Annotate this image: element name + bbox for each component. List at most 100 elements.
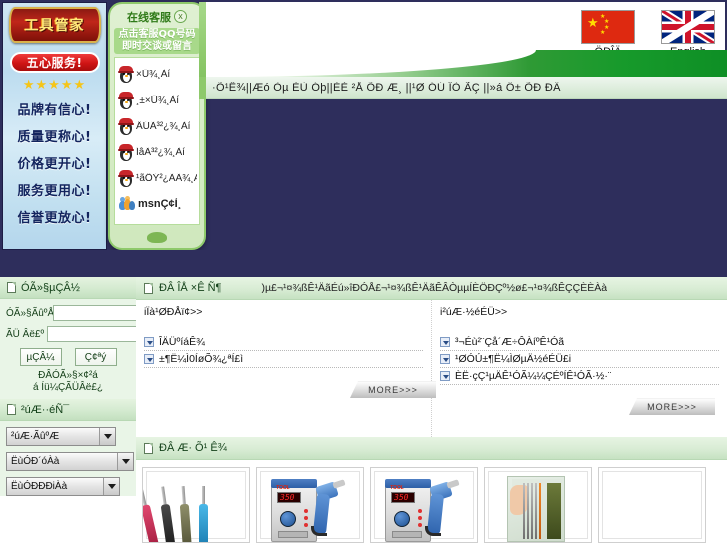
header-curve-mask <box>206 50 536 77</box>
slogan-4: 服务更用心! <box>17 184 92 199</box>
list-item[interactable]: ÈË·çÇ¹µÄÊ¹ÓÃ¼¼ÇÉºÍÊ¹ÓÃ·½·¨ <box>440 368 719 385</box>
subcategory-select[interactable]: ËùÓÐÐÐiÀà <box>6 477 120 496</box>
arrow-bullet-icon <box>440 371 450 381</box>
service-badge-text: 五心服务! <box>26 56 83 70</box>
password-row: ÃÜ Âë£º <box>6 326 186 342</box>
product-card-5[interactable] <box>598 467 706 543</box>
news-item-label: ±¶Ë¼Ì0ÍøÕ¾¿ªÍ£ì <box>159 353 244 365</box>
list-item[interactable]: ÎÄÜºíáÊ¾ <box>144 334 423 351</box>
slogan-1: 品牌有信心! <box>17 103 92 118</box>
product-card-4[interactable] <box>484 467 592 543</box>
document-icon <box>7 282 16 293</box>
header-green-band <box>206 50 727 77</box>
site-logo-text: 工具管家 <box>24 18 85 34</box>
nav-marquee-text: ·Õ¹Ê¾||Æó Òµ ÈÙ Óþ||ÈÈ ²Å ÕÐ Æ¸ ||¹Ø ÓÚ … <box>212 81 561 94</box>
list-item[interactable]: ¹ØÓÚ±¶Ë¼ÌØµÄ½éÉÜ£i <box>440 351 719 368</box>
list-item[interactable]: ³¬Éù²¨Çå´Æ÷ÔÀíºÊ¹Óã <box>440 334 719 351</box>
news-item-label: ÈË·çÇ¹µÄÊ¹ÓÃ¼¼ÇÉºÍÊ¹ÓÃ·½·¨ <box>455 370 612 382</box>
contact-label: ¸±×Ū¾¸Àí <box>136 94 179 106</box>
category-select[interactable]: ²úÆ·ÃûºÆ <box>6 427 116 446</box>
arrow-bullet-icon <box>144 337 154 347</box>
more-button[interactable]: MORE>>> <box>629 398 715 415</box>
news-column-right: i²úÆ·½éÉÜ>> ³¬Éù²¨Çå´Æ÷ÔÀíºÊ¹Óã ¹ØÓÚ±¶Ë¼… <box>432 300 727 437</box>
chevron-down-icon[interactable] <box>103 478 119 495</box>
subcategory-select-value: ËùÓÐÐÐiÀà <box>11 481 68 492</box>
forgot-password-link[interactable]: á Íü¼ÇÃÜÂë£¿ <box>6 382 130 394</box>
page-root: 工具管家 五心服务! ★★★★★ 品牌有信心! 质量更称心! 价格更开心! 服务… <box>0 0 727 545</box>
uk-flag-icon[interactable] <box>661 10 715 44</box>
product-image-placeholder <box>599 474 705 542</box>
main-navbar[interactable]: ·Õ¹Ê¾||Æó Òµ ÈÙ Óþ||ÈÈ ²Å ÕÐ Æ¸ ||¹Ø ÓÚ … <box>206 77 727 99</box>
product-search-title: ²úÆ··éÑ¯ <box>21 403 70 416</box>
products-section-title: ÐÂ Æ· Õ¹ Ê¾ <box>159 442 227 454</box>
contact-list: ×Ū¾¸Àí ¸±×Ū¾¸Àí ÄÚÃ³²¿¾¸Àí ÍâÃ³²¿¾¸Àí ¹ã… <box>114 57 200 225</box>
product-card-2[interactable]: TOOL 350 <box>256 467 364 543</box>
chevron-down-icon[interactable] <box>117 453 133 470</box>
product-search-controls: ²úÆ·ÃûºÆ ËùÓÐ´óÀà ËùÓÐÐÐiÀà <box>0 421 136 496</box>
popup-title: 在线客服 <box>127 10 171 24</box>
sidebar: ÓÃ»§µÇÂ½ ÓÃ»§ÃûºÅ ÃÜ Âë£º µÇÂ¼ Ç¢ªý ÐÂÓÃ… <box>0 277 191 545</box>
list-item[interactable]: ¸±×Ū¾¸Àí <box>117 87 197 113</box>
rework-station-image: TOOL 350 <box>257 474 363 542</box>
qq-penguin-icon <box>118 117 134 135</box>
left-promo-banner: 工具管家 五心服务! ★★★★★ 品牌有信心! 质量更称心! 价格更开心! 服务… <box>2 2 107 250</box>
register-button[interactable]: Ç¢ªý <box>74 348 117 366</box>
rating-stars-icon: ★★★★★ <box>22 77 87 92</box>
qq-penguin-icon <box>118 65 134 83</box>
popup-titlebar: 在线客服 x <box>110 7 204 26</box>
list-item[interactable]: msnÇ¢Ì¸ <box>117 191 197 217</box>
contact-label: ÄÚÃ³²¿¾¸Àí <box>136 120 191 132</box>
login-panel-header: ÓÃ»§µÇÂ½ <box>0 277 136 299</box>
list-item[interactable]: ÄÚÃ³²¿¾¸Àí <box>117 113 197 139</box>
login-button[interactable]: µÇÂ¼ <box>19 348 62 366</box>
arrow-bullet-icon <box>440 354 450 364</box>
service-badge: 五心服务! <box>9 52 100 73</box>
msn-icon <box>119 196 135 211</box>
news-left-footer: MORE>>> <box>144 368 436 400</box>
contact-label: msnÇ¢Ì¸ <box>138 198 182 210</box>
document-icon <box>144 442 153 454</box>
news-item-label: ³¬Éù²¨Çå´Æ÷ÔÀíºÊ¹Óã <box>455 336 565 348</box>
products-section-header: ÐÂ Æ· Õ¹ Ê¾ <box>136 437 727 460</box>
news-left-heading: iÏà¹ØÐÅï¢>> <box>144 306 203 318</box>
qq-penguin-icon <box>118 169 134 187</box>
flag-cross-red <box>662 24 714 30</box>
flag-star: ★ <box>587 15 599 30</box>
slogan-5: 信誉更放心! <box>17 211 92 226</box>
close-icon[interactable]: x <box>174 10 187 23</box>
product-row: TOOL 350 TOOL 350 <box>136 460 727 543</box>
list-item[interactable]: ÍâÃ³²¿¾¸Àí <box>117 139 197 165</box>
popup-footer <box>110 225 204 248</box>
series-select[interactable]: ËùÓÐ´óÀà <box>6 452 134 471</box>
main-content: ÐÂ ÎÅ ×Ê Ñ¶ )µ£¬¹¤¾ßÊ¹ÄãÉú»îÐÓÅ£¬¹¤¾ßÊ¹Ä… <box>136 277 727 545</box>
slogan-2: 质量更称心! <box>17 130 92 145</box>
password-label: ÃÜ Âë£º <box>6 328 45 340</box>
navbar-left-strip <box>199 77 206 99</box>
chevron-down-icon[interactable] <box>99 428 115 445</box>
flag-star: ★ <box>600 30 606 36</box>
product-card-3[interactable]: TOOL 350 <box>370 467 478 543</box>
username-row: ÓÃ»§ÃûºÅ <box>6 305 191 321</box>
list-item[interactable]: ×Ū¾¸Àí <box>117 61 197 87</box>
news-item-label: ÎÄÜºíáÊ¾ <box>159 336 205 348</box>
series-select-value: ËùÓÐ´óÀà <box>11 456 60 467</box>
new-user-link[interactable]: ÐÂÓÃ»§×¢²á <box>6 370 130 382</box>
page-body: ÓÃ»§µÇÂ½ ÓÃ»§ÃûºÅ ÃÜ Âë£º µÇÂ¼ Ç¢ªý ÐÂÓÃ… <box>0 277 727 545</box>
popup-subtitle-line2: 即时交谈或留言 <box>122 41 192 52</box>
more-button[interactable]: MORE>>> <box>350 381 436 398</box>
product-card-1[interactable] <box>142 467 250 543</box>
qq-penguin-icon <box>118 143 134 161</box>
online-service-popup: 在线客服 x 点击客服QQ号码 即时交谈或留言 ×Ū¾¸Àí ¸±×Ū¾¸Àí <box>108 2 206 250</box>
list-item[interactable]: ±¶Ë¼Ì0ÍøÕ¾¿ªÍ£ì <box>144 351 423 368</box>
news-column-left: iÏà¹ØÐÅï¢>> ÎÄÜºíáÊ¾ ±¶Ë¼Ì0ÍøÕ¾¿ªÍ£ì MOR… <box>136 300 436 437</box>
cn-flag-icon[interactable]: ★ ★ ★ ★ ★ <box>581 10 635 44</box>
news-scroll-message: )µ£¬¹¤¾ßÊ¹ÄãÉú»îÐÓÅ£¬¹¤¾ßÊ¹ÄãÊÂÒµµÍÈÖÐÇº… <box>261 282 608 294</box>
news-right-heading: i²úÆ·½éÉÜ>> <box>440 306 508 318</box>
soldering-tip-card-image <box>485 474 591 542</box>
category-select-value: ²úÆ·ÃûºÆ <box>11 431 60 442</box>
login-form: ÓÃ»§ÃûºÅ ÃÜ Âë£º µÇÂ¼ Ç¢ªý ÐÂÓÃ»§×¢²á á … <box>0 299 191 399</box>
screwdriver-set-image <box>143 474 249 542</box>
news-section-header: ÐÂ ÎÅ ×Ê Ñ¶ )µ£¬¹¤¾ßÊ¹ÄãÉú»îÐÓÅ£¬¹¤¾ßÊ¹Ä… <box>136 277 727 300</box>
site-logo[interactable]: 工具管家 <box>8 7 101 43</box>
list-item[interactable]: ¹ãÖÝ²¿ÃÃ¾¸Àí <box>117 165 197 191</box>
